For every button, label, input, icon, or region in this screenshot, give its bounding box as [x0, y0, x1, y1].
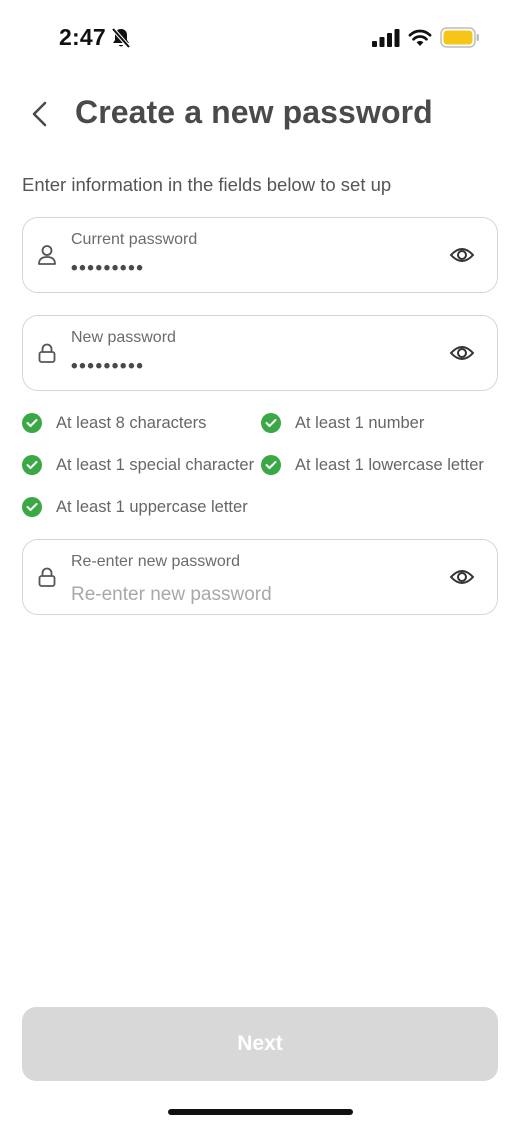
battery-icon: [440, 27, 479, 48]
new-password-field[interactable]: New password •••••••••: [22, 315, 498, 391]
page-title: Create a new password: [75, 94, 433, 130]
confirm-password-input[interactable]: Re-enter new password: [71, 584, 272, 606]
new-password-label: New password: [71, 329, 176, 346]
rule-min-length: At least 8 characters: [22, 412, 206, 434]
rule-text: At least 1 lowercase letter: [295, 455, 484, 474]
current-password-value[interactable]: •••••••••: [71, 258, 144, 280]
rule-special-char: At least 1 special character: [22, 454, 254, 476]
rule-text: At least 8 characters: [56, 413, 207, 432]
chevron-left-icon: [32, 101, 47, 127]
next-button[interactable]: Next: [22, 1007, 498, 1081]
rule-uppercase: At least 1 uppercase letter: [22, 496, 248, 518]
check-circle-icon: [22, 455, 42, 475]
home-indicator: [168, 1109, 353, 1115]
current-password-field[interactable]: Current password •••••••••: [22, 217, 498, 293]
user-icon: [38, 245, 56, 265]
current-password-label: Current password: [71, 231, 198, 248]
cellular-signal-icon: [372, 29, 400, 47]
rule-text: At least 1 uppercase letter: [56, 497, 248, 516]
check-circle-icon: [22, 497, 42, 517]
eye-icon[interactable]: [449, 342, 475, 364]
check-circle-icon: [261, 455, 281, 475]
rule-number: At least 1 number: [261, 412, 424, 434]
lock-icon: [38, 343, 56, 363]
check-circle-icon: [22, 413, 42, 433]
new-password-value[interactable]: •••••••••: [71, 356, 144, 378]
bell-slash-icon: [111, 27, 131, 49]
back-button[interactable]: [22, 96, 58, 132]
check-circle-icon: [261, 413, 281, 433]
confirm-password-field[interactable]: Re-enter new password Re-enter new passw…: [22, 539, 498, 615]
rule-text: At least 1 special character: [56, 455, 255, 474]
lock-icon: [38, 567, 56, 587]
confirm-password-label: Re-enter new password: [71, 553, 240, 570]
status-bar: 2:47: [0, 0, 520, 76]
status-time: 2:47: [59, 24, 106, 50]
wifi-icon: [408, 29, 432, 46]
eye-icon[interactable]: [449, 566, 475, 588]
page-subtitle: Enter information in the fields below to…: [22, 174, 392, 195]
rule-text: At least 1 number: [295, 413, 425, 432]
eye-icon[interactable]: [449, 244, 475, 266]
rule-lowercase: At least 1 lowercase letter: [261, 454, 484, 476]
